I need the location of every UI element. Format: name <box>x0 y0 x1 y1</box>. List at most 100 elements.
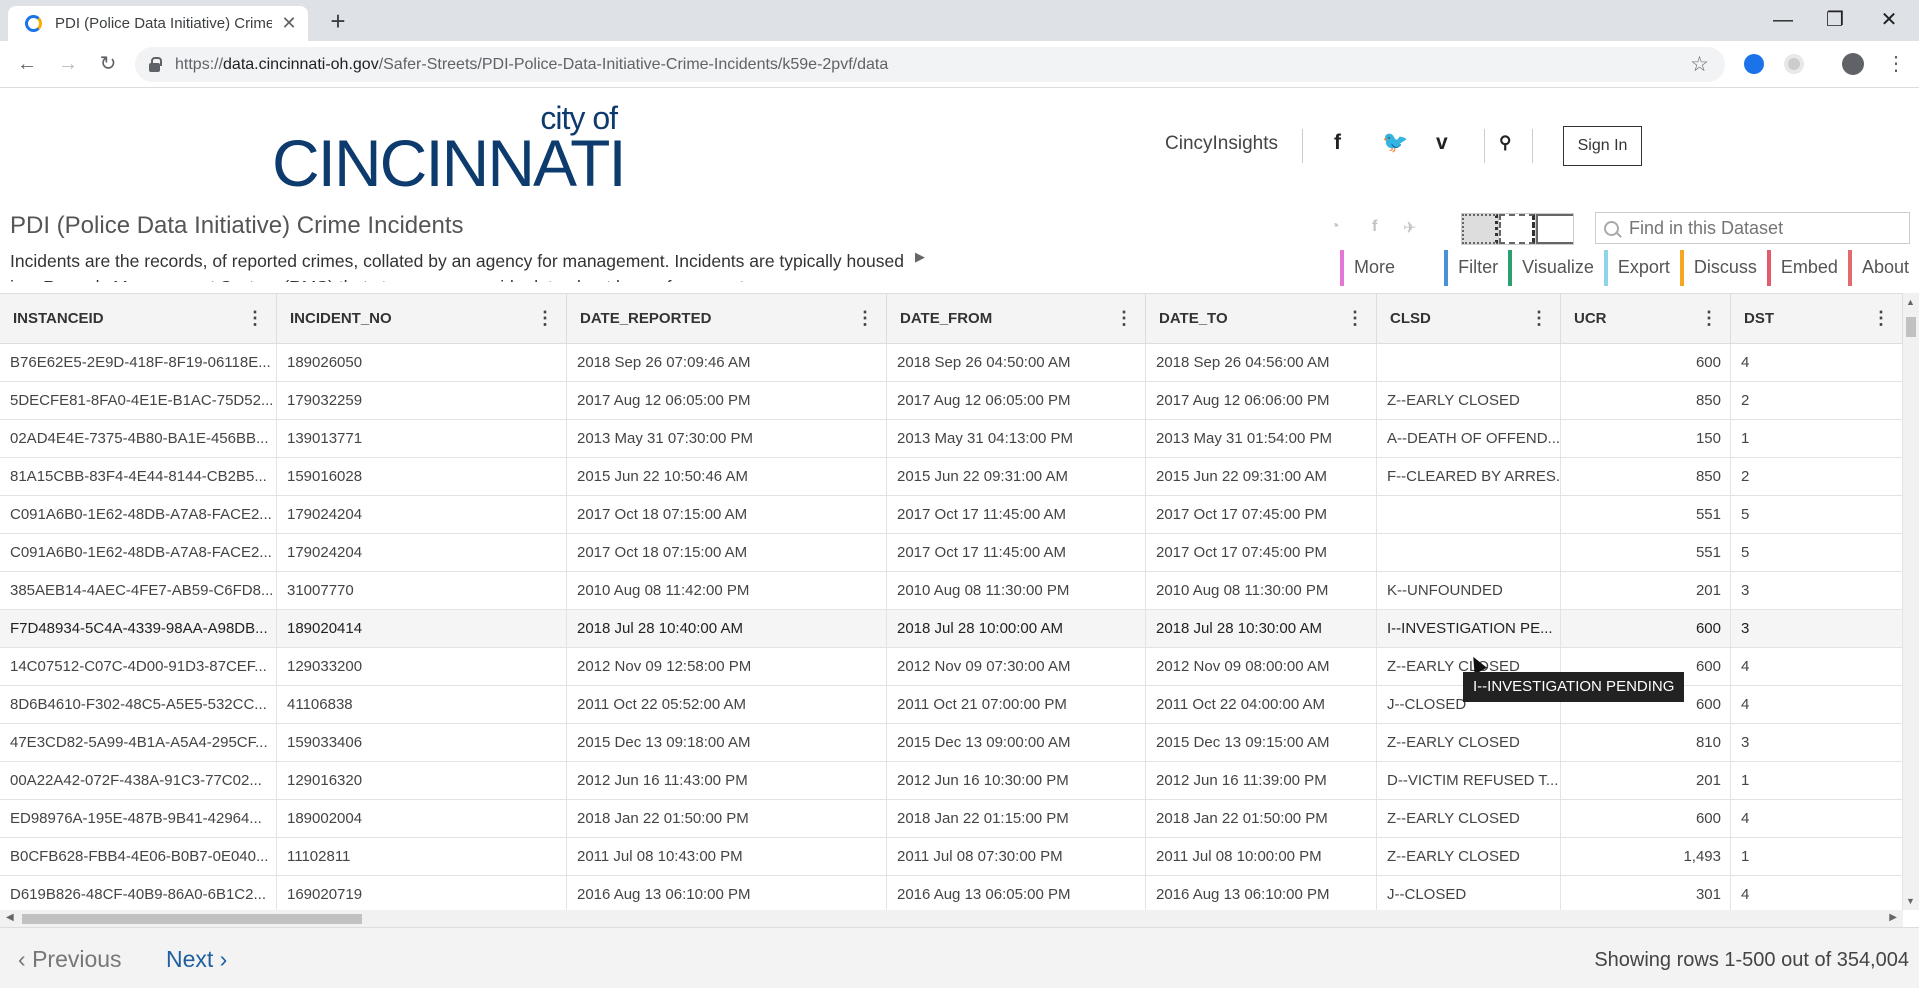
facebook-icon[interactable]: f <box>1334 131 1341 155</box>
table-cell[interactable]: 2018 Jul 28 10:00:00 AM <box>887 610 1146 647</box>
table-cell[interactable]: 2010 Aug 08 11:30:00 PM <box>1146 572 1377 609</box>
table-cell[interactable]: 159033406 <box>277 724 567 761</box>
column-menu-icon[interactable]: ⋮ <box>1346 294 1364 343</box>
table-cell[interactable]: 3 <box>1731 572 1903 609</box>
table-cell[interactable]: 2011 Jul 08 10:00:00 PM <box>1146 838 1377 875</box>
city-logo[interactable]: city of CINCINNATI <box>272 100 627 196</box>
bookmark-star-icon[interactable]: ☆ <box>1690 52 1709 77</box>
table-cell[interactable]: B0CFB628-FBB4-4E06-B0B7-0E040... <box>0 838 277 875</box>
table-cell[interactable]: 4 <box>1731 876 1903 910</box>
page-view-icon[interactable] <box>1536 214 1573 244</box>
table-cell[interactable]: 02AD4E4E-7375-4B80-BA1E-456BB... <box>0 420 277 457</box>
table-cell[interactable]: 1 <box>1731 838 1903 875</box>
table-cell[interactable]: 1,493 <box>1561 838 1731 875</box>
column-menu-icon[interactable]: ⋮ <box>1530 294 1548 343</box>
vimeo-icon[interactable]: v <box>1436 131 1448 155</box>
table-cell[interactable]: 2017 Oct 17 07:45:00 PM <box>1146 534 1377 571</box>
table-cell[interactable]: 00A22A42-072F-438A-91C3-77C02... <box>0 762 277 799</box>
table-cell[interactable]: D--VICTIM REFUSED T... <box>1377 762 1561 799</box>
minimize-icon[interactable]: — <box>1760 4 1806 36</box>
horizontal-scrollbar[interactable]: ◀ ▶ <box>0 910 1903 927</box>
table-cell[interactable]: 2018 Jan 22 01:50:00 PM <box>567 800 887 837</box>
discuss-button[interactable]: Discuss <box>1679 250 1767 286</box>
table-cell[interactable]: 2011 Jul 08 07:30:00 PM <box>887 838 1146 875</box>
sign-in-button[interactable]: Sign In <box>1563 126 1642 166</box>
find-in-dataset[interactable] <box>1595 212 1910 244</box>
reload-icon[interactable]: ↻ <box>93 49 123 79</box>
table-cell[interactable]: 81A15CBB-83F4-4E44-8144-CB2B5... <box>0 458 277 495</box>
table-cell[interactable]: ED98976A-195E-487B-9B41-42964... <box>0 800 277 837</box>
table-cell[interactable]: 2015 Dec 13 09:18:00 AM <box>567 724 887 761</box>
table-row[interactable]: 5DECFE81-8FA0-4E1E-B1AC-75D52... 17903225… <box>0 382 1903 420</box>
table-cell[interactable]: 179024204 <box>277 496 567 533</box>
table-cell[interactable]: 2018 Jul 28 10:30:00 AM <box>1146 610 1377 647</box>
table-cell[interactable]: 5DECFE81-8FA0-4E1E-B1AC-75D52... <box>0 382 277 419</box>
column-header[interactable]: UCR ⋮ <box>1561 294 1731 343</box>
table-cell[interactable]: 2017 Oct 18 07:15:00 AM <box>567 496 887 533</box>
table-cell[interactable]: 1 <box>1731 762 1903 799</box>
table-cell[interactable]: K--UNFOUNDED <box>1377 572 1561 609</box>
table-cell[interactable]: 2013 May 31 01:54:00 PM <box>1146 420 1377 457</box>
table-cell[interactable]: 4 <box>1731 686 1903 723</box>
column-header[interactable]: DATE_FROM ⋮ <box>887 294 1146 343</box>
list-view-icon[interactable] <box>1499 214 1536 244</box>
table-cell[interactable]: 139013771 <box>277 420 567 457</box>
table-cell[interactable]: 2015 Jun 22 09:31:00 AM <box>1146 458 1377 495</box>
table-cell[interactable]: 850 <box>1561 458 1731 495</box>
table-cell[interactable]: 850 <box>1561 382 1731 419</box>
table-cell[interactable]: 2 <box>1731 382 1903 419</box>
more-views-button[interactable]: More Views <box>1340 250 1445 311</box>
share-twitter-icon[interactable]: ✈ <box>1403 218 1416 238</box>
table-cell[interactable]: 2010 Aug 08 11:42:00 PM <box>567 572 887 609</box>
table-row[interactable]: 00A22A42-072F-438A-91C3-77C02... 12901632… <box>0 762 1903 800</box>
scrollbar-thumb[interactable] <box>1906 317 1916 337</box>
column-header[interactable]: INCIDENT_NO ⋮ <box>277 294 567 343</box>
table-cell[interactable] <box>1377 496 1561 533</box>
restore-icon[interactable]: ❐ <box>1812 4 1858 36</box>
table-row[interactable]: C091A6B0-1E62-48DB-A7A8-FACE2... 17902420… <box>0 534 1903 572</box>
table-cell[interactable]: 129016320 <box>277 762 567 799</box>
table-cell[interactable]: 2012 Nov 09 08:00:00 AM <box>1146 648 1377 685</box>
table-cell[interactable]: 2011 Oct 22 04:00:00 AM <box>1146 686 1377 723</box>
table-row[interactable]: D619B826-48CF-40B9-86A0-6B1C2... 16902071… <box>0 876 1903 910</box>
table-cell[interactable]: 2017 Oct 17 11:45:00 AM <box>887 496 1146 533</box>
close-window-icon[interactable]: ✕ <box>1866 4 1912 36</box>
column-header[interactable]: DATE_TO ⋮ <box>1146 294 1377 343</box>
column-header[interactable]: DST ⋮ <box>1731 294 1903 343</box>
table-cell[interactable]: Z--EARLY CLOSED <box>1377 838 1561 875</box>
table-cell[interactable]: 2018 Jul 28 10:40:00 AM <box>567 610 887 647</box>
table-cell[interactable]: 2017 Oct 17 07:45:00 PM <box>1146 496 1377 533</box>
new-tab-icon[interactable]: + <box>324 7 352 35</box>
filter-button[interactable]: Filter <box>1444 250 1509 286</box>
table-cell[interactable]: J--CLOSED <box>1377 876 1561 910</box>
table-row[interactable]: 47E3CD82-5A99-4B1A-A5A4-295CF... 15903340… <box>0 724 1903 762</box>
table-cell[interactable]: 31007770 <box>277 572 567 609</box>
table-cell[interactable]: Z--EARLY CLOSED <box>1377 800 1561 837</box>
table-cell[interactable]: 2011 Jul 08 10:43:00 PM <box>567 838 887 875</box>
column-menu-icon[interactable]: ⋮ <box>246 294 264 343</box>
table-row[interactable]: F7D48934-5C4A-4339-98AA-A98DB... 18902041… <box>0 610 1903 648</box>
table-cell[interactable]: 4 <box>1731 344 1903 381</box>
scroll-left-icon[interactable]: ◀ <box>6 912 14 923</box>
table-cell[interactable]: 159016028 <box>277 458 567 495</box>
table-cell[interactable]: 2016 Aug 13 06:05:00 PM <box>887 876 1146 910</box>
table-cell[interactable]: 179024204 <box>277 534 567 571</box>
table-cell[interactable]: 179032259 <box>277 382 567 419</box>
table-cell[interactable]: 150 <box>1561 420 1731 457</box>
table-cell[interactable]: Z--EARLY CLOSED <box>1377 382 1561 419</box>
table-row[interactable]: 385AEB14-4AEC-4FE7-AB59-C6FD8... 31007770… <box>0 572 1903 610</box>
table-cell[interactable]: 2016 Aug 13 06:10:00 PM <box>1146 876 1377 910</box>
table-cell[interactable]: 2 <box>1731 458 1903 495</box>
table-cell[interactable]: 2012 Jun 16 11:43:00 PM <box>567 762 887 799</box>
table-cell[interactable]: 2012 Jun 16 10:30:00 PM <box>887 762 1146 799</box>
table-cell[interactable]: 301 <box>1561 876 1731 910</box>
grid-view-icon[interactable] <box>1462 214 1499 244</box>
cincyinsights-link[interactable]: CincyInsights <box>1165 133 1278 155</box>
scroll-up-icon[interactable]: ▲ <box>1906 297 1915 307</box>
table-cell[interactable]: 5 <box>1731 534 1903 571</box>
table-cell[interactable]: 189026050 <box>277 344 567 381</box>
back-icon[interactable]: ← <box>12 49 42 79</box>
table-cell[interactable]: 2015 Jun 22 09:31:00 AM <box>887 458 1146 495</box>
column-menu-icon[interactable]: ⋮ <box>1700 294 1718 343</box>
table-cell[interactable]: 2017 Aug 12 06:05:00 PM <box>567 382 887 419</box>
